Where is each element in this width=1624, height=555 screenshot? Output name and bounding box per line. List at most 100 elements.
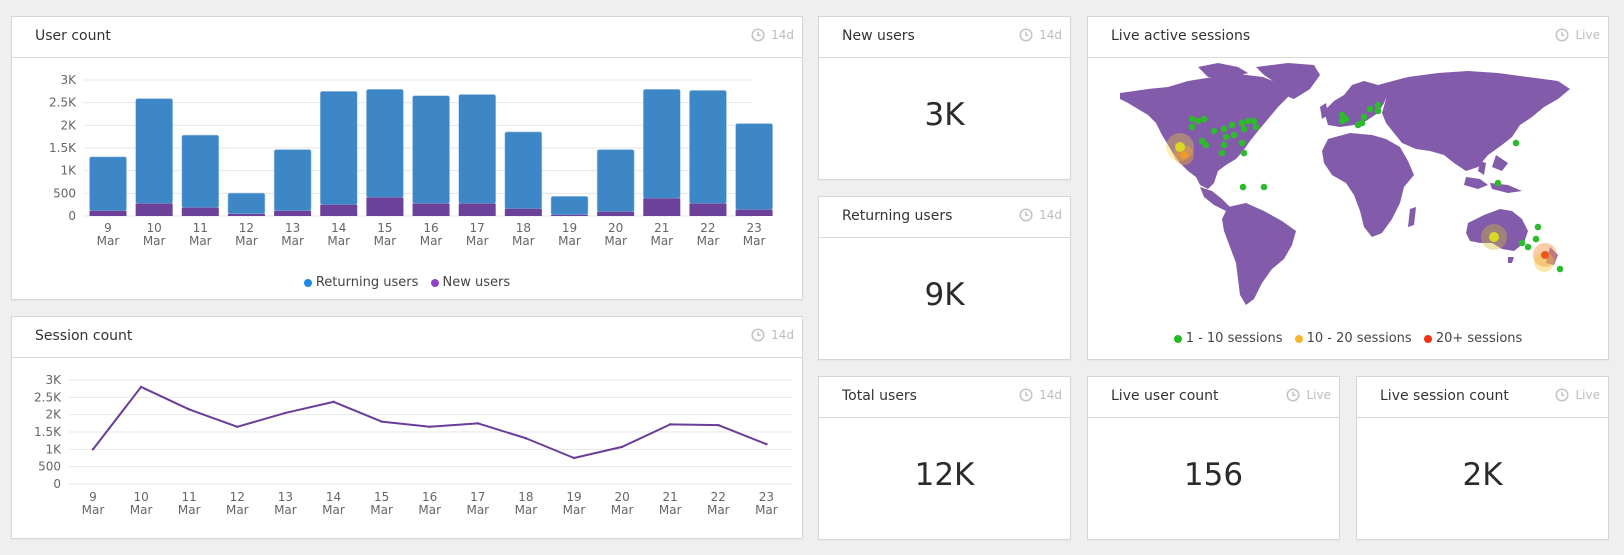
x-tick-label: Mar — [466, 503, 489, 517]
data-point — [332, 400, 335, 404]
x-tick-label: 21 — [663, 490, 678, 504]
session-marker-low[interactable] — [1188, 123, 1196, 131]
session-marker-low[interactable] — [1250, 117, 1258, 125]
x-tick-label: Mar — [418, 503, 441, 517]
bar-new — [551, 214, 588, 216]
session-marker-low[interactable] — [1512, 139, 1520, 147]
session-marker-mid[interactable] — [1175, 142, 1185, 152]
x-tick-label: Mar — [650, 234, 673, 248]
period-selector[interactable]: 14d — [751, 328, 794, 342]
period-selector[interactable]: Live — [1555, 28, 1600, 42]
legend-item-returning[interactable]: Returning users — [303, 275, 418, 290]
metric-value: 12K — [914, 457, 975, 493]
x-tick-label: 23 — [759, 490, 774, 504]
session-marker-low[interactable] — [1532, 235, 1540, 243]
user-count-chart: 05001K1.5K2K2.5K3K9Mar10Mar11Mar12Mar13M… — [49, 73, 773, 248]
session-marker-low[interactable] — [1188, 115, 1196, 123]
legend-label: New users — [442, 275, 511, 290]
session-marker-low[interactable] — [1240, 149, 1248, 157]
bar-returning — [181, 134, 220, 208]
session-marker-low[interactable] — [1218, 149, 1226, 157]
x-tick-label: 23 — [746, 221, 761, 235]
period-selector[interactable]: 14d — [1019, 28, 1062, 42]
y-tick-label: 0 — [53, 477, 61, 491]
session-marker-low[interactable] — [1244, 117, 1252, 125]
x-tick-label: 16 — [422, 490, 437, 504]
session-marker-low[interactable] — [1374, 101, 1382, 109]
world-map[interactable] — [1088, 59, 1608, 319]
data-point — [380, 420, 383, 423]
period-selector[interactable]: 14d — [1019, 388, 1062, 402]
map-legend: 1 - 10 sessions 10 - 20 sessions 20+ ses… — [1088, 331, 1608, 347]
bar-new — [181, 207, 219, 216]
session-marker-low[interactable] — [1220, 141, 1228, 149]
x-tick-label: Mar — [370, 503, 393, 517]
session-marker-low[interactable] — [1360, 113, 1368, 121]
session-marker-low[interactable] — [1238, 139, 1246, 147]
x-tick-label: 11 — [193, 221, 208, 235]
session-marker-low[interactable] — [1342, 115, 1350, 123]
session-marker-low[interactable] — [1534, 223, 1542, 231]
session-marker-mid[interactable] — [1489, 232, 1499, 242]
bar-new — [366, 197, 404, 216]
session-marker-low[interactable] — [1239, 183, 1247, 191]
card-header: Live user count Live — [1088, 377, 1339, 418]
session-marker-low[interactable] — [1556, 265, 1564, 273]
session-marker-low[interactable] — [1222, 133, 1230, 141]
x-tick-label: 17 — [470, 221, 485, 235]
period-label: Live — [1575, 28, 1600, 42]
x-tick-label: Mar — [322, 503, 345, 517]
user-count-card: User count 14d 0 500 1K 1.5K 2K 2.5K 3K 9 Mar 10 M… — [11, 16, 803, 300]
y-tick-label: 3K — [60, 73, 77, 87]
y-tick-label: 1K — [60, 164, 77, 178]
session-marker-mid[interactable] — [1180, 151, 1188, 159]
x-tick-label: 10 — [133, 490, 148, 504]
x-tick-label: Mar — [143, 234, 166, 248]
bar-returning — [735, 123, 773, 210]
x-tick-label: Mar — [420, 234, 443, 248]
session-marker-low[interactable] — [1220, 125, 1228, 133]
bar-returning — [227, 192, 266, 215]
session-marker-high[interactable] — [1541, 251, 1549, 259]
session-marker-low[interactable] — [1358, 119, 1366, 127]
x-tick-label: Mar — [743, 234, 766, 248]
x-tick-label: 13 — [278, 490, 293, 504]
session-marker-low[interactable] — [1202, 141, 1210, 149]
x-tick-label: Mar — [235, 234, 258, 248]
legend-item-new[interactable]: New users — [430, 275, 511, 290]
session-count-card: Session count 14d 0 500 1K 1.5K 2K 2.5K 3K 9 Mar… — [11, 316, 803, 539]
bar-new — [227, 213, 265, 216]
period-selector[interactable]: Live — [1555, 388, 1600, 402]
returning-users-card: Returning users 14d 9K — [818, 196, 1071, 360]
session-marker-low[interactable] — [1252, 123, 1260, 131]
metric-value: 2K — [1462, 457, 1503, 493]
session-marker-low[interactable] — [1260, 183, 1268, 191]
bar-returning — [366, 88, 404, 198]
session-marker-low[interactable] — [1228, 121, 1236, 129]
session-marker-low[interactable] — [1210, 127, 1218, 135]
card-title: New users — [842, 28, 915, 44]
session-marker-low[interactable] — [1366, 105, 1374, 113]
period-selector[interactable]: 14d — [751, 28, 794, 42]
session-marker-low[interactable] — [1238, 119, 1246, 127]
session-marker-low[interactable] — [1240, 125, 1248, 133]
session-marker-low[interactable] — [1230, 131, 1238, 139]
data-point — [524, 437, 528, 440]
legend-label: 10 - 20 sessions — [1306, 331, 1412, 346]
session-marker-low[interactable] — [1518, 239, 1526, 247]
session-marker-low[interactable] — [1200, 115, 1208, 123]
period-label: 14d — [1039, 28, 1062, 42]
x-tick-label: 13 — [285, 221, 300, 235]
data-point — [188, 408, 191, 411]
clock-icon — [751, 28, 765, 42]
period-selector[interactable]: 14d — [1019, 208, 1062, 222]
x-tick-label: 15 — [374, 490, 389, 504]
session-marker-low[interactable] — [1524, 243, 1532, 251]
bar-returning — [642, 88, 681, 199]
chart-legend: Returning users New users — [12, 275, 802, 291]
session-marker-low[interactable] — [1374, 107, 1382, 115]
bar-returning — [596, 149, 635, 212]
session-marker-low[interactable] — [1494, 179, 1502, 187]
session-marker-low[interactable] — [1194, 117, 1202, 125]
period-selector[interactable]: Live — [1286, 388, 1331, 402]
